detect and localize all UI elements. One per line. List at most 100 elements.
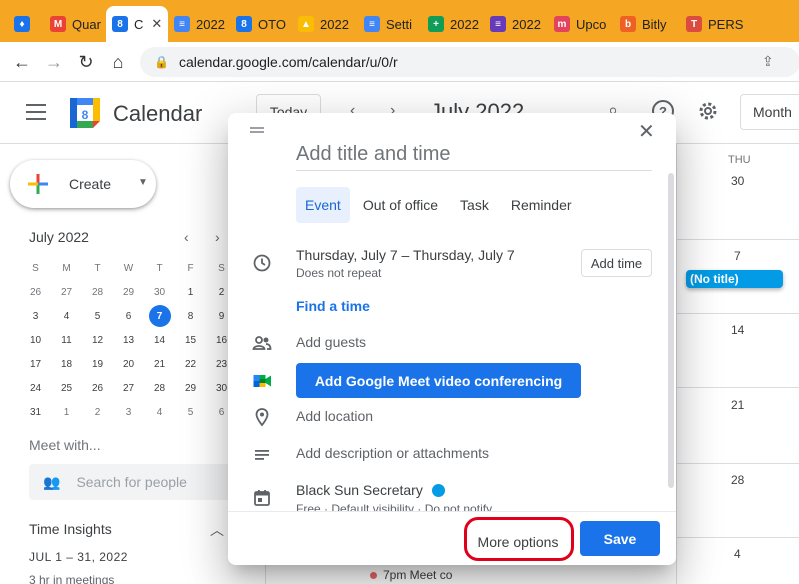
browser-tab[interactable]: ♦ <box>8 6 44 42</box>
back-icon[interactable]: ← <box>6 46 38 78</box>
browser-tab[interactable]: ≡ 2022 <box>484 6 548 42</box>
mini-calendar-day[interactable]: 26 <box>82 376 113 400</box>
mini-calendar-day[interactable]: 5 <box>82 304 113 328</box>
browser-tab-label: 2022 <box>450 16 479 32</box>
date-range[interactable]: Thursday, July 7 – Thursday, July 7 <box>296 247 515 263</box>
mini-prev-icon[interactable]: ‹ <box>184 229 189 245</box>
home-icon[interactable]: ⌂ <box>102 46 134 78</box>
mini-calendar-day[interactable]: 17 <box>20 352 51 376</box>
mini-calendar-day[interactable]: 5 <box>175 400 206 424</box>
share-icon[interactable]: ⇪ <box>762 53 774 70</box>
day-number[interactable]: 30 <box>731 174 744 188</box>
mini-next-icon[interactable]: › <box>215 229 220 245</box>
day-number[interactable]: 21 <box>731 398 744 412</box>
browser-tab[interactable]: m Upco <box>548 6 614 42</box>
event-chip-label: 7pm Meet co <box>383 568 453 582</box>
browser-tab[interactable]: ≡ 2022 <box>168 6 230 42</box>
mini-calendar-day[interactable]: 6 <box>113 304 144 328</box>
browser-tab[interactable]: T PERS <box>680 6 750 42</box>
day-number[interactable]: 14 <box>731 323 744 337</box>
browser-tab[interactable]: 8 C ✕ <box>106 6 168 42</box>
mini-calendar-day[interactable]: 26 <box>20 280 51 304</box>
mini-calendar-day[interactable]: 11 <box>51 328 82 352</box>
mini-calendar-day[interactable]: 28 <box>144 376 175 400</box>
save-button[interactable]: Save <box>580 521 660 556</box>
gmail-icon: M <box>50 16 66 32</box>
mini-calendar-day[interactable]: 7 <box>144 304 175 328</box>
mini-calendar-day[interactable]: 2 <box>82 400 113 424</box>
main-menu-icon[interactable] <box>26 104 46 120</box>
mini-calendar-day[interactable]: 22 <box>175 352 206 376</box>
search-people-placeholder: Search for people <box>76 474 187 490</box>
day-number[interactable]: 7 <box>734 249 741 263</box>
tab-reminder[interactable]: Reminder <box>502 187 581 223</box>
browser-tab[interactable]: b Bitly <box>614 6 680 42</box>
mini-calendar-day[interactable]: 20 <box>113 352 144 376</box>
settings-gear-icon[interactable] <box>696 99 720 123</box>
mini-calendar-day[interactable]: 27 <box>51 280 82 304</box>
tab-out-of-office[interactable]: Out of office <box>354 187 447 223</box>
add-google-meet-button[interactable]: Add Google Meet video conferencing <box>296 363 581 398</box>
mini-calendar-day[interactable]: 3 <box>113 400 144 424</box>
mini-calendar-day[interactable]: 12 <box>82 328 113 352</box>
dialog-scrollbar[interactable] <box>668 173 674 488</box>
tab-task[interactable]: Task <box>451 187 498 223</box>
people-icon: 👥 <box>43 473 61 490</box>
event-chip[interactable]: 7pm Meet co <box>370 568 452 582</box>
find-a-time-link[interactable]: Find a time <box>296 298 370 314</box>
mini-calendar-day[interactable]: 13 <box>113 328 144 352</box>
collapse-icon[interactable]: ︿ <box>210 520 224 540</box>
create-button[interactable]: Create ▼ <box>10 160 156 208</box>
mini-calendar-day[interactable]: 29 <box>113 280 144 304</box>
add-guests-field[interactable]: Add guests <box>296 334 366 350</box>
mini-calendar-day[interactable]: 19 <box>82 352 113 376</box>
tab-close-icon[interactable]: ✕ <box>151 16 162 32</box>
close-icon[interactable]: ✕ <box>638 119 655 144</box>
plus-icon <box>28 174 48 194</box>
calendar-selector[interactable]: Black Sun Secretary <box>296 482 423 498</box>
browser-tab[interactable]: +2022 <box>422 6 484 42</box>
draft-event-chip[interactable]: (No title) <box>686 270 783 288</box>
search-people-input[interactable]: 👥 Search for people <box>29 464 239 500</box>
add-time-button[interactable]: Add time <box>581 249 652 277</box>
mini-calendar-day[interactable]: 14 <box>144 328 175 352</box>
mini-calendar-day[interactable]: 18 <box>51 352 82 376</box>
add-location-field[interactable]: Add location <box>296 408 373 424</box>
mini-calendar-day[interactable]: 28 <box>82 280 113 304</box>
browser-tab[interactable]: 8 OTO <box>230 6 292 42</box>
mini-calendar-day[interactable]: 3 <box>20 304 51 328</box>
title-input[interactable]: Add title and time <box>296 143 652 171</box>
forward-icon[interactable]: → <box>38 46 70 78</box>
forms-icon: ≡ <box>490 16 506 32</box>
mini-calendar-day[interactable]: 27 <box>113 376 144 400</box>
mini-calendar-day[interactable]: 8 <box>175 304 206 328</box>
mini-calendar-day[interactable]: 10 <box>20 328 51 352</box>
repeat-setting[interactable]: Does not repeat <box>296 266 381 280</box>
week-row[interactable] <box>676 144 799 240</box>
browser-tab[interactable]: ▲ 2022 <box>292 6 358 42</box>
day-number[interactable]: 4 <box>734 547 741 561</box>
day-number[interactable]: 28 <box>731 473 744 487</box>
browser-tab[interactable]: M Quar <box>44 6 106 42</box>
mini-calendar-day[interactable]: 24 <box>20 376 51 400</box>
mini-calendar-day[interactable]: 30 <box>144 280 175 304</box>
mini-calendar-day[interactable]: 4 <box>144 400 175 424</box>
tab-event[interactable]: Event <box>296 187 350 223</box>
bitly-icon: b <box>620 16 636 32</box>
mini-calendar-day[interactable]: 29 <box>175 376 206 400</box>
caret-down-icon: ▼ <box>138 177 148 188</box>
mini-calendar-day[interactable]: 15 <box>175 328 206 352</box>
browser-tab[interactable]: ≡ Setti <box>358 6 422 42</box>
add-description-field[interactable]: Add description or attachments <box>296 445 489 461</box>
docs-icon: ≡ <box>174 16 190 32</box>
mini-calendar-day[interactable]: 31 <box>20 400 51 424</box>
address-bar[interactable]: 🔒 calendar.google.com/calendar/u/0/r ⇪ <box>140 47 799 77</box>
view-selector-button[interactable]: Month <box>740 94 799 130</box>
mini-calendar-day[interactable]: 21 <box>144 352 175 376</box>
drag-handle-icon[interactable] <box>250 127 264 133</box>
reload-icon[interactable]: ↻ <box>70 46 102 78</box>
mini-calendar-day[interactable]: 1 <box>51 400 82 424</box>
mini-calendar-day[interactable]: 1 <box>175 280 206 304</box>
mini-calendar-day[interactable]: 4 <box>51 304 82 328</box>
mini-calendar-day[interactable]: 25 <box>51 376 82 400</box>
